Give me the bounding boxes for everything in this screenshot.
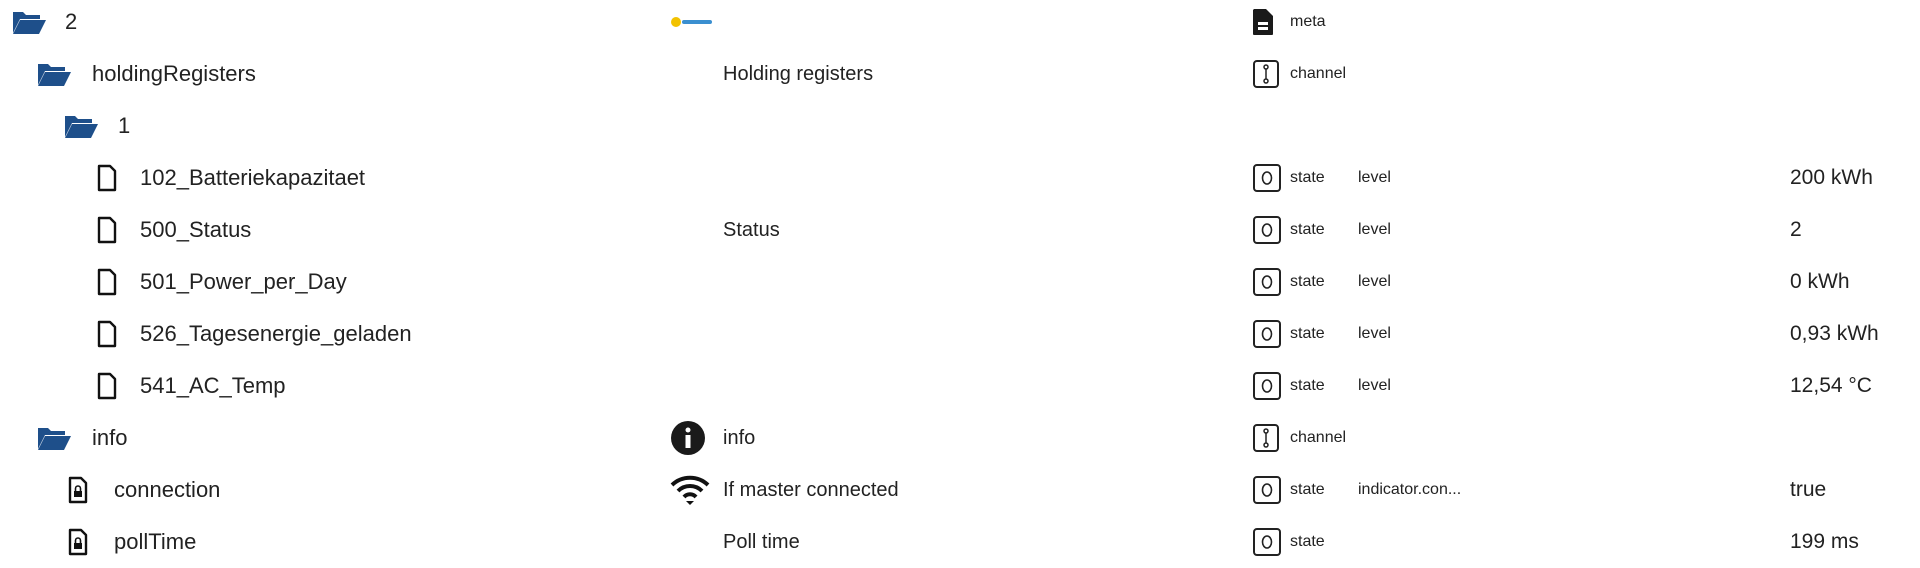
object-value[interactable]: 2 [1790,204,1802,256]
object-type: state [1290,481,1325,498]
tree-row[interactable]: info info channel [0,412,1920,464]
tree-row[interactable]: pollTime Poll time state 199 ms [0,516,1920,568]
file-icon[interactable] [97,256,117,308]
state-icon [1252,152,1282,204]
object-type: state [1290,325,1325,342]
object-name: Poll time [723,530,800,553]
object-id[interactable]: holdingRegisters [92,48,256,100]
tree-row[interactable]: 526_Tagesenergie_geladen state level 0,93 k… [0,308,1920,360]
object-id[interactable]: pollTime [114,516,196,568]
object-id[interactable]: 500_Status [140,204,251,256]
object-role: level [1358,325,1391,342]
object-type: state [1290,273,1325,290]
object-type: channel [1290,65,1347,82]
folder-open-icon[interactable] [37,48,71,100]
object-name: Status [723,218,780,241]
object-value[interactable]: 0,93 kWh [1790,308,1879,360]
channel-icon [1252,48,1280,100]
file-icon[interactable] [97,152,117,204]
object-id[interactable]: 2 [65,0,77,48]
info-icon [670,412,706,464]
object-type: meta [1290,13,1326,30]
object-type: state [1290,533,1325,550]
folder-open-icon[interactable] [12,0,46,48]
state-icon [1252,464,1282,516]
state-icon [1252,360,1282,412]
object-id[interactable]: info [92,412,127,464]
tree-row[interactable]: 1 [0,100,1920,152]
state-icon [1252,204,1282,256]
object-id[interactable]: 501_Power_per_Day [140,256,347,308]
object-id[interactable]: 541_AC_Temp [140,360,286,412]
object-role: level [1358,273,1391,290]
object-name: info [723,426,756,449]
tree-row[interactable]: holdingRegisters Holding registers channel [0,48,1920,100]
object-id[interactable]: 102_Batteriekapazitaet [140,152,365,204]
state-icon [1252,516,1282,568]
object-id[interactable]: connection [114,464,220,516]
tree-row[interactable]: 500_Status Status state level 2 [0,204,1920,256]
file-icon[interactable] [97,204,117,256]
tree-row[interactable]: 501_Power_per_Day state level 0 kWh [0,256,1920,308]
state-icon [1252,308,1282,360]
tree-row[interactable]: connection If master connected state indica… [0,464,1920,516]
object-name: Holding registers [723,62,874,85]
meta-file-icon [1252,0,1274,48]
object-id[interactable]: 526_Tagesenergie_geladen [140,308,412,360]
object-value[interactable]: 0 kWh [1790,256,1850,308]
file-icon[interactable] [97,360,117,412]
tree-row[interactable]: 2 meta [0,0,1920,48]
file-icon[interactable] [97,308,117,360]
object-value[interactable]: 12,54 °C [1790,360,1872,412]
folder-open-icon[interactable] [64,100,98,152]
object-value[interactable]: 199 ms [1790,516,1859,568]
adapter-logo-icon [670,0,714,48]
object-id[interactable]: 1 [118,100,130,152]
object-role: level [1358,377,1391,394]
object-role: level [1358,221,1391,238]
object-type: state [1290,221,1325,238]
object-type: state [1290,169,1325,186]
object-type: channel [1290,429,1347,446]
tree-row[interactable]: 541_AC_Temp state level 12,54 °C [0,360,1920,412]
locked-file-icon[interactable] [68,516,88,568]
channel-icon [1252,412,1280,464]
object-role: indicator.con... [1358,481,1462,498]
folder-open-icon[interactable] [37,412,71,464]
wifi-icon [670,464,710,516]
object-name: If master connected [723,478,899,501]
state-icon [1252,256,1282,308]
locked-file-icon[interactable] [68,464,88,516]
object-role: level [1358,169,1391,186]
object-type: state [1290,377,1325,394]
object-value[interactable]: true [1790,464,1826,516]
object-value[interactable]: 200 kWh [1790,152,1873,204]
tree-row[interactable]: 102_Batteriekapazitaet state level 200 kWh [0,152,1920,204]
